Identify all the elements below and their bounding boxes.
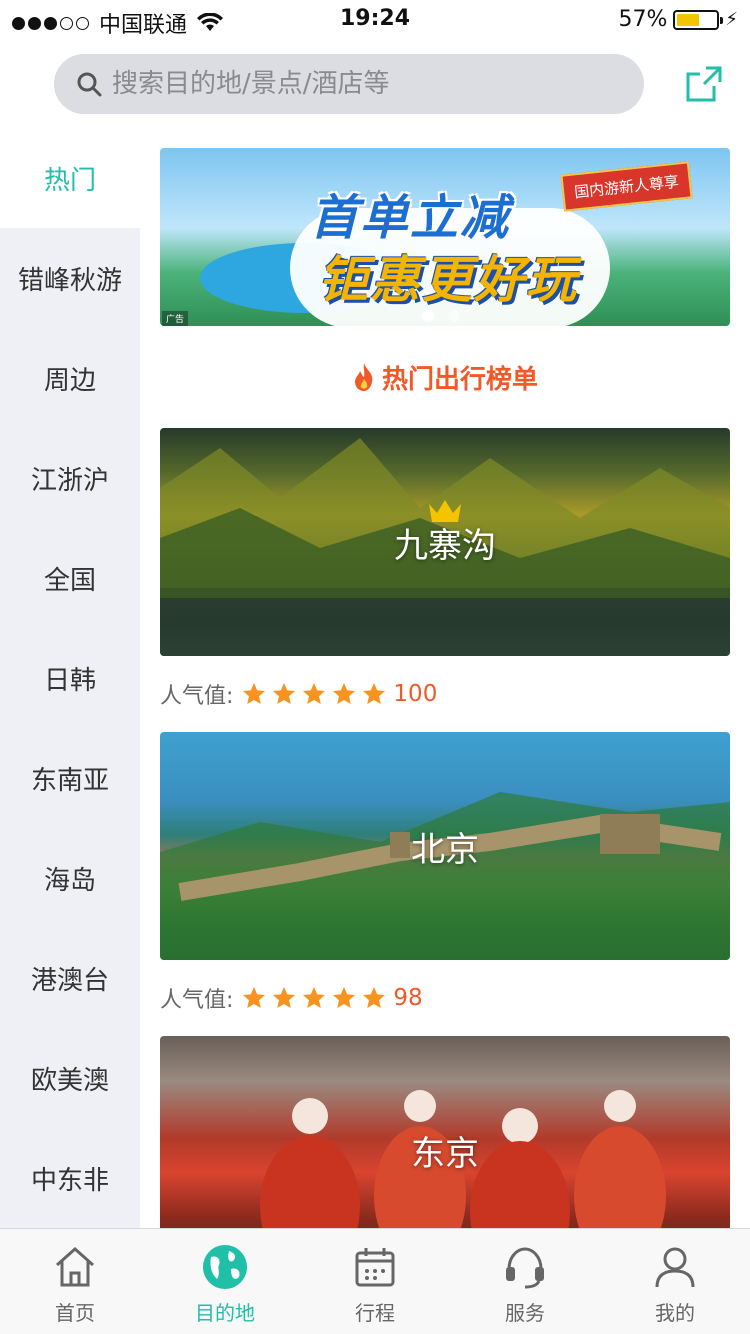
star-icon — [333, 987, 356, 1008]
destination-card[interactable]: 九寨沟 人气值: 100 — [160, 428, 730, 732]
tab-label: 行程 — [355, 1301, 395, 1325]
battery-percent: 57% — [618, 7, 668, 32]
share-icon[interactable] — [684, 64, 724, 104]
star-rating — [241, 985, 391, 1011]
flame-icon — [354, 363, 373, 391]
sidebar-item-hk-macau-taiwan[interactable]: 港澳台 — [0, 928, 140, 1028]
star-icon — [273, 987, 296, 1008]
sidebar-item-nearby[interactable]: 周边 — [0, 328, 140, 428]
destination-image[interactable]: 九寨沟 — [160, 428, 730, 656]
sidebar-item-europe-america-australia[interactable]: 欧美澳 — [0, 1028, 140, 1128]
destination-name: 东京 — [411, 1133, 479, 1174]
home-icon — [56, 1246, 94, 1287]
star-icon — [243, 987, 266, 1008]
sidebar-item-hot[interactable]: 热门 — [0, 128, 140, 228]
battery-level — [677, 13, 700, 26]
sidebar-item-nationwide[interactable]: 全国 — [0, 528, 140, 628]
banner-pager — [422, 310, 460, 322]
ad-tag: 广告 — [162, 311, 189, 326]
search-input[interactable] — [112, 69, 592, 99]
section-title: 热门出行榜单 — [381, 364, 538, 395]
tab-home[interactable]: 首页 — [0, 1229, 150, 1334]
main-content: 首单立减 钜惠更好玩 国内游新人尊享 广告 热门出行榜单 九寨沟 人气值: 10… — [160, 148, 730, 1228]
tab-label: 服务 — [505, 1301, 545, 1325]
star-icon — [273, 683, 296, 704]
destination-name: 九寨沟 — [394, 525, 496, 566]
star-icon — [363, 987, 386, 1008]
search-bar[interactable] — [54, 54, 644, 114]
tab-itinerary[interactable]: 行程 — [300, 1229, 450, 1334]
status-bar: 中国联通 19:24 57% ⚡ — [0, 0, 750, 40]
tab-profile[interactable]: 我的 — [600, 1229, 750, 1334]
tab-destination[interactable]: 目的地 — [150, 1229, 300, 1334]
status-right: 57% ⚡ — [618, 7, 738, 32]
destination-card[interactable]: 北京 人气值: 98 — [160, 732, 730, 1036]
section-header: 热门出行榜单 — [160, 326, 730, 428]
charging-bolt-icon: ⚡ — [725, 9, 738, 30]
sidebar-item-middle-east-africa[interactable]: 中东非 — [0, 1128, 140, 1228]
rating-row: 人气值: 98 — [160, 960, 730, 1036]
rating-label: 人气值: — [160, 988, 234, 1013]
sidebar-item-jiangzhehu[interactable]: 江浙沪 — [0, 428, 140, 528]
destination-image[interactable]: 北京 — [160, 732, 730, 960]
pager-dot[interactable] — [448, 310, 460, 322]
headset-icon — [506, 1247, 544, 1289]
sidebar-item-autumn-trip[interactable]: 错峰秋游 — [0, 228, 140, 328]
sidebar-item-japan-korea[interactable]: 日韩 — [0, 628, 140, 728]
tab-label: 我的 — [655, 1301, 695, 1325]
star-icon — [243, 683, 266, 704]
globe-icon — [203, 1245, 247, 1289]
star-rating — [241, 681, 391, 707]
sidebar-item-southeast-asia[interactable]: 东南亚 — [0, 728, 140, 828]
destination-name: 北京 — [411, 829, 479, 870]
banner-subheadline: 钜惠更好玩 — [318, 251, 578, 309]
tab-label: 目的地 — [195, 1301, 255, 1325]
banner-headline: 首单立减 — [310, 190, 511, 246]
star-icon — [303, 683, 326, 704]
tab-label: 首页 — [55, 1301, 95, 1325]
search-icon — [77, 72, 102, 97]
rating-label: 人气值: — [160, 684, 234, 709]
user-icon — [655, 1247, 695, 1288]
category-sidebar: 热门 错峰秋游 周边 江浙沪 全国 日韩 东南亚 海岛 港澳台 欧美澳 中东非 — [0, 128, 140, 1228]
star-icon — [363, 683, 386, 704]
battery-icon — [673, 9, 724, 30]
destination-card[interactable]: 东京 — [160, 1036, 730, 1228]
destination-image[interactable]: 东京 — [160, 1036, 730, 1228]
promo-banner[interactable]: 首单立减 钜惠更好玩 国内游新人尊享 广告 — [160, 148, 730, 326]
pager-dot[interactable] — [422, 310, 434, 322]
rating-score: 100 — [393, 681, 438, 707]
tab-service[interactable]: 服务 — [450, 1229, 600, 1334]
rating-score: 98 — [393, 985, 423, 1011]
star-icon — [303, 987, 326, 1008]
banner-ribbon: 国内游新人尊享 — [560, 161, 693, 212]
bottom-tab-bar: 首页 目的地 行程 服务 我的 — [0, 1228, 750, 1334]
rating-row: 人气值: 100 — [160, 656, 730, 732]
sidebar-item-islands[interactable]: 海岛 — [0, 828, 140, 928]
star-icon — [333, 683, 356, 704]
calendar-icon — [355, 1248, 395, 1287]
